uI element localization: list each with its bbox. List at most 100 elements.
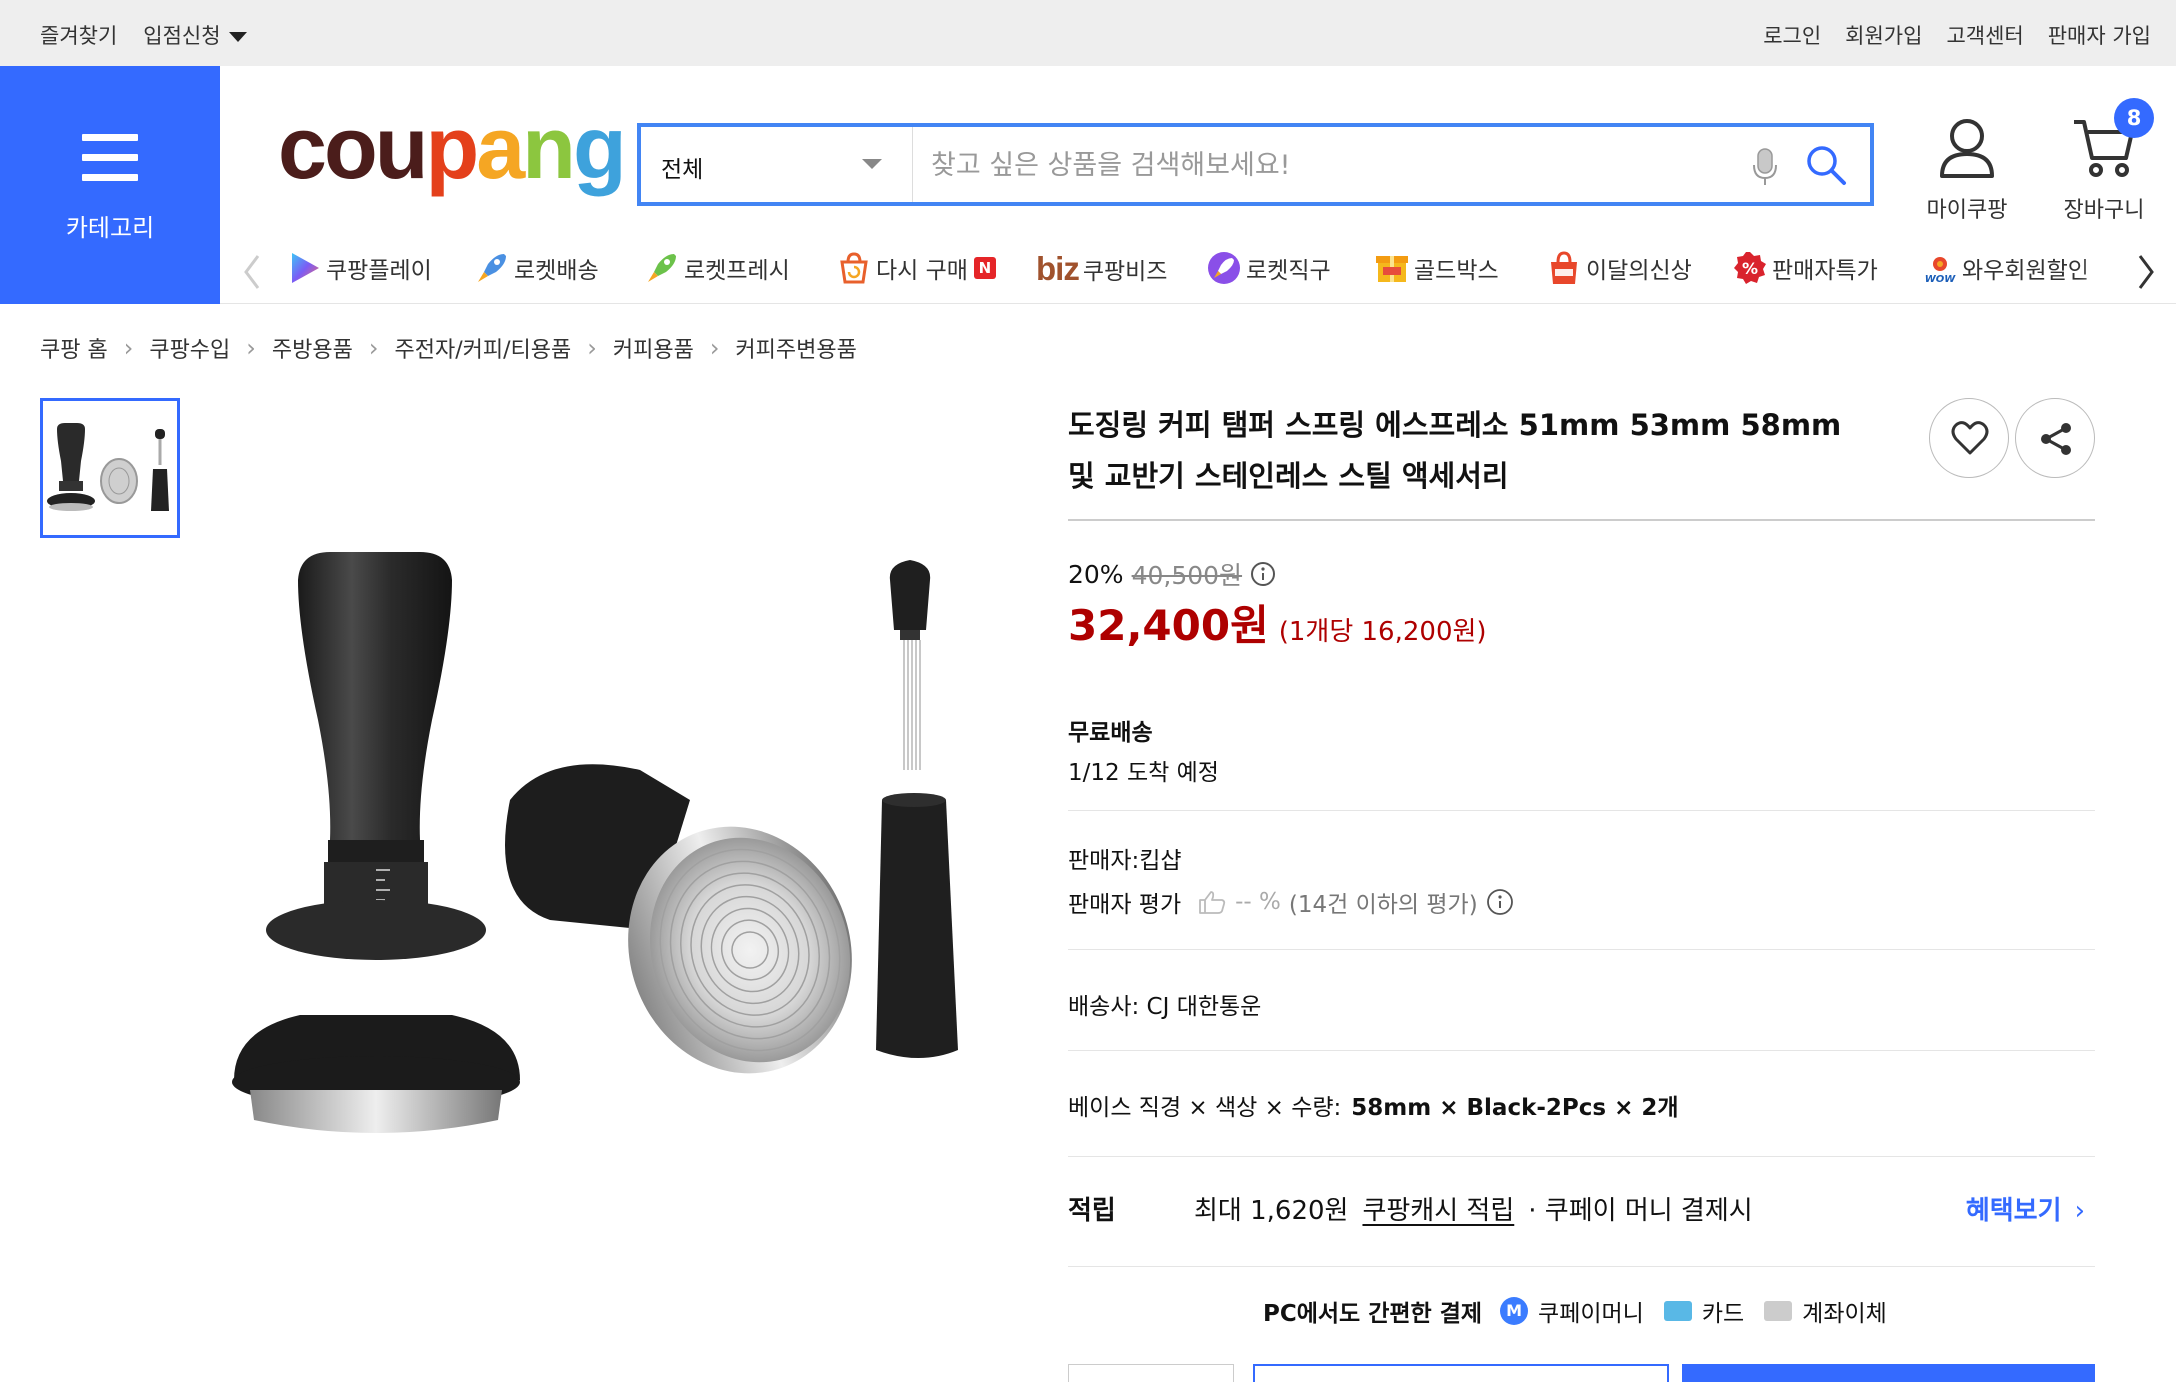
arrival-date: 1/12 도착 예정 — [1068, 760, 1219, 786]
reward-label: 적립 — [1068, 1196, 1116, 1226]
quantity-stepper[interactable] — [1068, 1364, 1234, 1382]
seller-name[interactable]: 판매자:킵샵 — [1068, 841, 1182, 875]
cart-button[interactable]: 8 장바구니 — [2054, 98, 2154, 224]
quick-item-rocket-global[interactable]: 로켓직구 — [1206, 250, 1331, 286]
reward-note: · 쿠페이 머니 결제시 — [1528, 1196, 1753, 1226]
favorites-link[interactable]: 즐겨찾기 — [40, 20, 117, 50]
breadcrumb-item[interactable]: 쿠팡수입 — [149, 332, 230, 364]
reward-cash-link[interactable]: 쿠팡캐시 적립 — [1362, 1190, 1514, 1227]
seller-apply-dropdown[interactable]: 입점신청 — [143, 20, 247, 50]
quick-menu-bar: 쿠팡플레이 로켓배송 로켓프레시 다시 구매 N biz 쿠팡비즈 로켓직구 골… — [220, 240, 2176, 304]
sale-price: 32,400원 — [1068, 601, 1269, 650]
add-to-cart-button[interactable] — [1253, 1364, 1669, 1382]
hamburger-icon — [82, 134, 138, 194]
quick-item-rocket-fresh[interactable]: 로켓프레시 — [644, 250, 790, 286]
goldbox-icon — [1376, 256, 1408, 282]
benefit-link[interactable]: 혜택보기 › — [1966, 1190, 2085, 1227]
quick-item-label: 쿠팡비즈 — [1082, 259, 1168, 285]
seller-signup-link[interactable]: 판매자 가입 — [2048, 20, 2151, 50]
chevron-right-icon: › — [587, 334, 597, 362]
category-menu-button[interactable]: 카테고리 — [0, 66, 220, 304]
quick-item-label: 판매자특가 — [1772, 258, 1878, 284]
quick-item-new-arrivals[interactable]: 이달의신상 — [1546, 250, 1692, 286]
option-value: 58mm × Black-2Pcs × 2개 — [1351, 1095, 1679, 1121]
divider — [1068, 519, 2095, 521]
free-shipping-label: 무료배송 — [1068, 720, 1153, 746]
customer-center-link[interactable]: 고객센터 — [1946, 20, 2023, 50]
quick-item-rebuy[interactable]: 다시 구매 N — [836, 250, 996, 286]
top-utility-bar: 즐겨찾기 입점신청 로그인 회원가입 고객센터 판매자 가입 — [0, 0, 2176, 66]
chevron-right-icon: › — [2074, 1196, 2085, 1226]
card-icon — [1663, 1301, 1692, 1321]
option-label: 베이스 직경 × 색상 × 수량: — [1068, 1095, 1342, 1121]
divider — [1068, 1266, 2095, 1267]
price-row: 32,400원 (1개당 16,200원) — [1068, 592, 1487, 653]
search-category-value: 전체 — [661, 157, 704, 183]
user-icon — [1940, 119, 1994, 178]
discount-rate: 20% — [1068, 559, 1124, 589]
quick-item-label: 골드박스 — [1414, 258, 1499, 284]
buy-now-button[interactable] — [1682, 1364, 2095, 1382]
quick-item-label: 로켓프레시 — [684, 258, 790, 284]
reward-max: 최대 1,620원 — [1194, 1196, 1349, 1226]
signup-link[interactable]: 회원가입 — [1845, 20, 1922, 50]
product-title: 도징링 커피 탬퍼 스프링 에스프레소 51mm 53mm 58mm 및 교반기… — [1068, 408, 1842, 493]
chevron-down-icon — [862, 159, 882, 169]
divider — [1068, 1050, 2095, 1051]
pay-money-label: 쿠페이머니 — [1538, 1301, 1644, 1327]
quick-item-rocket-delivery[interactable]: 로켓배송 — [474, 250, 599, 286]
breadcrumb-item[interactable]: 커피용품 — [613, 332, 694, 364]
chevron-right-icon[interactable] — [2136, 254, 2156, 294]
microphone-icon[interactable] — [1752, 147, 1778, 191]
coupay-money-icon: M — [1500, 1297, 1529, 1325]
quick-item-coupang-biz[interactable]: biz 쿠팡비즈 — [1036, 250, 1167, 288]
original-price: 40,500원 — [1131, 561, 1243, 590]
search-category-select[interactable]: 전체 — [641, 127, 913, 202]
search-icon[interactable] — [1804, 143, 1848, 191]
seller-rating-label: 판매자 평가 — [1068, 892, 1182, 918]
biz-icon: biz — [1036, 250, 1080, 287]
quick-item-goldbox[interactable]: 골드박스 — [1374, 250, 1499, 286]
info-icon[interactable] — [1250, 561, 1276, 587]
wishlist-button[interactable] — [1929, 398, 2009, 478]
quick-item-label: 쿠팡플레이 — [326, 258, 432, 284]
breadcrumb-item[interactable]: 커피주변용품 — [735, 332, 856, 364]
option-row[interactable]: 베이스 직경 × 색상 × 수량: 58mm × Black-2Pcs × 2개 — [1068, 1088, 1679, 1122]
product-main-image[interactable] — [220, 470, 1020, 1190]
divider — [220, 303, 2176, 304]
share-button[interactable] — [2015, 398, 2095, 478]
new-badge: N — [973, 257, 996, 279]
chevron-left-icon[interactable] — [242, 254, 262, 294]
search-input[interactable] — [931, 143, 1731, 187]
easy-pay-bar: PC에서도 간편한 결제 M 쿠페이머니 카드 계좌이체 — [1263, 1294, 1887, 1328]
seller-rating-row: 판매자 평가 -- % (14건 이하의 평가) — [1068, 885, 1514, 919]
discount-row: 20% 40,500원 — [1068, 556, 1276, 592]
search-bar: 전체 — [637, 123, 1874, 206]
divider — [1068, 1156, 2095, 1157]
quick-item-seller-deal[interactable]: % 판매자특가 — [1732, 250, 1878, 286]
chevron-right-icon: › — [123, 334, 134, 362]
bank-icon — [1764, 1301, 1793, 1321]
category-label: 카테고리 — [65, 214, 155, 242]
login-link[interactable]: 로그인 — [1763, 20, 1821, 50]
breadcrumb-item[interactable]: 주방용품 — [272, 332, 353, 364]
chevron-down-icon — [228, 32, 247, 42]
seller-rating-value: -- % — [1235, 889, 1281, 915]
quick-item-wow-discount[interactable]: WOW 와우회원할인 — [1922, 250, 2118, 286]
rocket-fresh-icon — [648, 254, 676, 282]
coupang-logo[interactable]: coupang — [278, 104, 627, 192]
svg-text:WOW: WOW — [1925, 274, 1957, 285]
seller-rating-note: (14건 이하의 평가) — [1288, 892, 1478, 918]
mycoupang-button[interactable]: 마이쿠팡 — [1922, 116, 2012, 224]
new-bag-icon — [1551, 251, 1577, 284]
share-icon — [2041, 423, 2071, 455]
mycoupang-label: 마이쿠팡 — [1926, 198, 2008, 223]
divider — [1068, 949, 2095, 950]
product-thumbnail[interactable] — [40, 398, 180, 538]
heart-icon — [1951, 421, 1989, 455]
breadcrumb-item[interactable]: 주전자/커피/티용품 — [394, 332, 571, 364]
breadcrumb-item[interactable]: 쿠팡 홈 — [40, 332, 108, 364]
rocket-icon — [478, 254, 506, 282]
info-icon[interactable] — [1486, 888, 1514, 916]
quick-item-coupang-play[interactable]: 쿠팡플레이 — [286, 250, 432, 286]
